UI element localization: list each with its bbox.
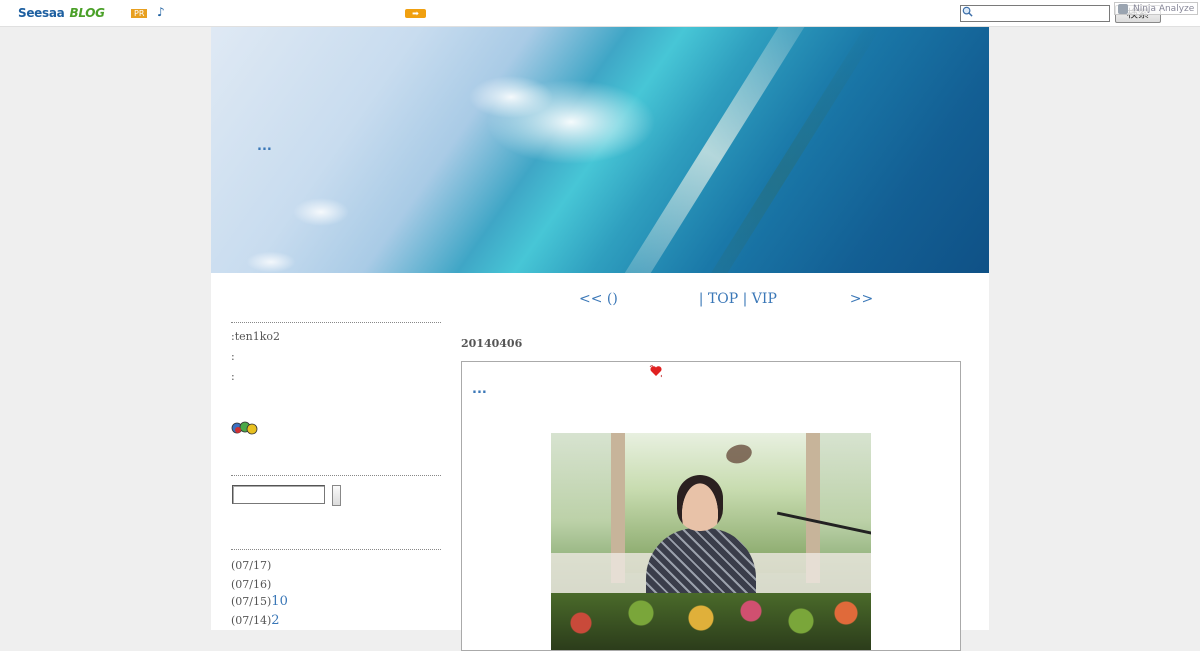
recent-entry[interactable]: (07/16) [231, 577, 271, 592]
nav-separator: | [742, 291, 748, 307]
recent-entry[interactable]: (07/14)2 [231, 613, 280, 628]
profile-name: :ten1ko2 [231, 330, 281, 343]
blog-post: ... [461, 361, 961, 651]
post-title[interactable]: ... [472, 382, 487, 397]
vip-link[interactable]: VIP [752, 291, 777, 307]
sidebar-divider [231, 322, 441, 323]
recent-entry-date: (07/16) [231, 578, 272, 591]
search-icon [962, 6, 973, 17]
sidebar-divider [231, 475, 441, 476]
search-input[interactable] [960, 5, 1110, 22]
nav-separator: | [698, 291, 704, 307]
recent-entry-date: (07/14) [231, 614, 272, 627]
recent-entry-date: (07/15) [231, 595, 272, 608]
post-date: 20140406 [461, 337, 523, 350]
blog-title-link[interactable]: ... [257, 139, 272, 154]
header-banner: ... [211, 27, 989, 273]
post-photo[interactable] [551, 433, 871, 650]
next-entry-link[interactable]: >> [850, 291, 873, 307]
top-link[interactable]: TOP [708, 291, 738, 307]
ninja-analyze-badge[interactable]: Ninja Analyze [1114, 2, 1198, 15]
sidebar-search-button[interactable] [332, 485, 341, 506]
ninja-icon [1118, 4, 1128, 14]
seesaa-blog-logo[interactable]: Seesaa BLOG [18, 6, 105, 20]
profile-line: : [231, 350, 235, 363]
logo-blog: BLOG [69, 6, 105, 20]
logo-seesaa: Seesaa [18, 6, 65, 20]
heart-icon [649, 365, 662, 378]
arrow-right-button[interactable]: ➡ [405, 9, 426, 18]
recent-entry-count: 10 [271, 594, 288, 609]
music-note-icon[interactable]: ♪ [157, 5, 165, 19]
top-toolbar: SeesaaBLOG PR ♪ ➡ 検索 Ninja Analyze [0, 0, 1200, 27]
sidebar-search-input[interactable] [232, 485, 325, 504]
recent-entry-date: (07/17) [231, 559, 272, 572]
entry-navigation: << () | TOP | VIP >> [579, 291, 873, 307]
recent-entry-count: 2 [271, 613, 280, 628]
ninja-label: Ninja Analyze [1133, 4, 1195, 14]
rss-reader-icon[interactable] [231, 421, 259, 435]
prev-entry-link[interactable]: << () [579, 291, 618, 307]
pr-badge[interactable]: PR [131, 9, 148, 18]
recent-entry[interactable]: (07/17) [231, 558, 271, 573]
content-area: :ten1ko2 : : (07/17) (07/16) (07/15)10 (… [211, 273, 989, 651]
recent-entry[interactable]: (07/15)10 [231, 594, 288, 609]
photo-fruit-table [551, 593, 871, 650]
profile-line: : [231, 370, 235, 383]
photo-person-head [677, 475, 723, 531]
sidebar-divider [231, 549, 441, 550]
